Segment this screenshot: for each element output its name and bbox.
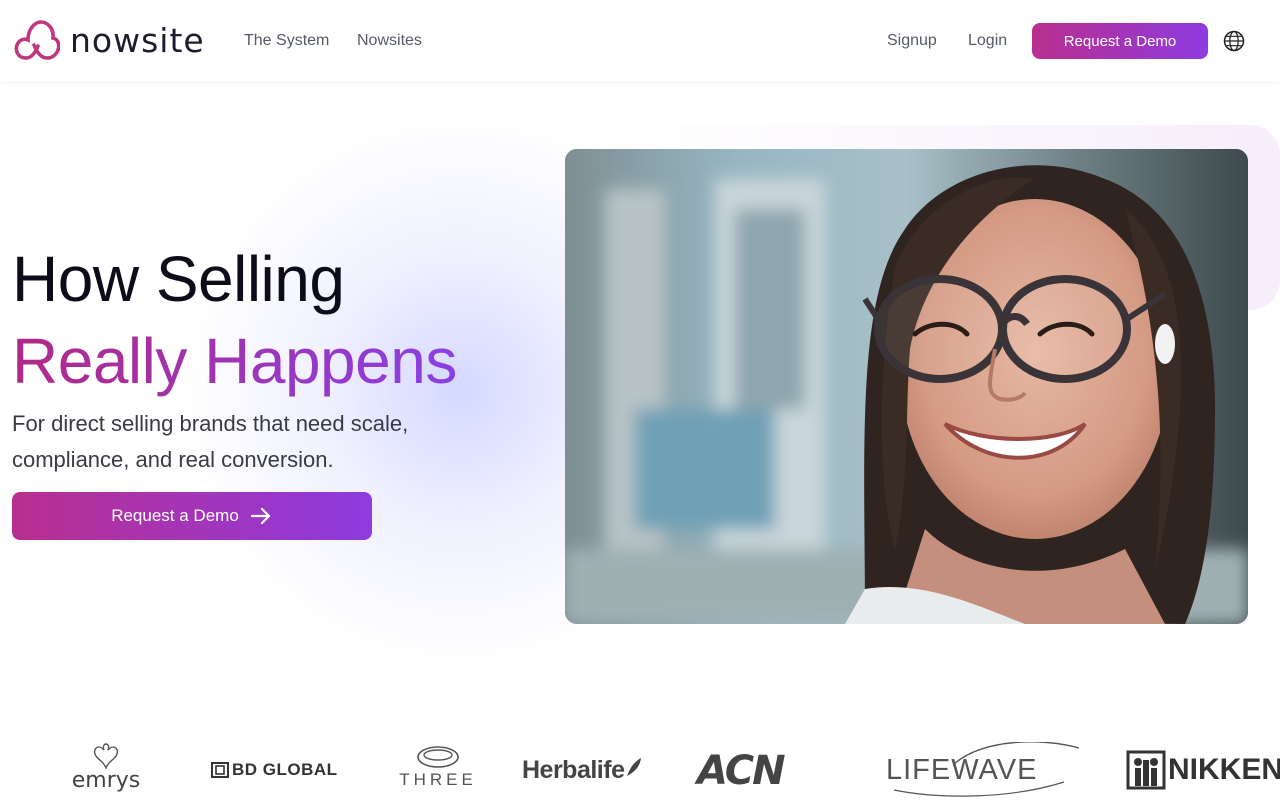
hero-title-line2: Really Happens (12, 322, 457, 400)
brand-herbalife-text: Herbalife (522, 756, 625, 784)
signup-link[interactable]: Signup (887, 31, 937, 51)
brand-name: nowsite (70, 20, 205, 60)
brand-logo-acn: ACN (697, 748, 786, 794)
brand-logo-bdglobal: BD GLOBAL (211, 760, 338, 780)
nav-nowsites[interactable]: Nowsites (357, 31, 422, 51)
butterfly-icon (93, 743, 119, 770)
three-ring-icon (417, 746, 459, 768)
brand-bdglobal-text: BD GLOBAL (232, 760, 338, 779)
arrow-right-icon (250, 507, 270, 525)
brand-emrys-text: emrys (71, 768, 141, 793)
brand-lifewave-text: LIFEWAVE (886, 754, 1038, 786)
request-demo-hero-label: Request a Demo (111, 506, 239, 525)
hero-title-line1: How Selling (12, 243, 345, 315)
nav-the-system[interactable]: The System (244, 31, 329, 51)
hero-video-image[interactable] (565, 149, 1248, 624)
brand-logo-nikken: NIKKEN (1126, 750, 1280, 790)
globe-icon[interactable] (1223, 30, 1245, 52)
brand-logo-emrys: emrys (66, 740, 146, 794)
brand-three-text: THREE (399, 770, 477, 789)
nowsite-logo[interactable]: nowsite (14, 18, 205, 62)
smiling-woman-photo (565, 149, 1248, 624)
site-header: nowsite The System Nowsites Signup Login… (0, 0, 1280, 81)
request-demo-header-button[interactable]: Request a Demo (1032, 23, 1208, 59)
brand-logo-three: THREE (398, 744, 478, 790)
hero-subtitle: For direct selling brands that need scal… (12, 411, 409, 472)
login-link[interactable]: Login (968, 31, 1007, 51)
brand-nikken-text: NIKKEN (1168, 753, 1280, 786)
nikken-mark-icon (1126, 750, 1166, 790)
brand-acn-text: ACN (697, 748, 786, 794)
request-demo-hero-button[interactable]: Request a Demo (12, 492, 372, 540)
cloud-logo-icon (14, 20, 60, 60)
brand-logos-strip: emrys BD GLOBAL THREE Herbalife ACN LIFE… (0, 730, 1280, 800)
leaf-icon (627, 758, 642, 776)
brand-logo-herbalife: Herbalife (522, 756, 644, 785)
bd-mark-icon (211, 762, 229, 778)
